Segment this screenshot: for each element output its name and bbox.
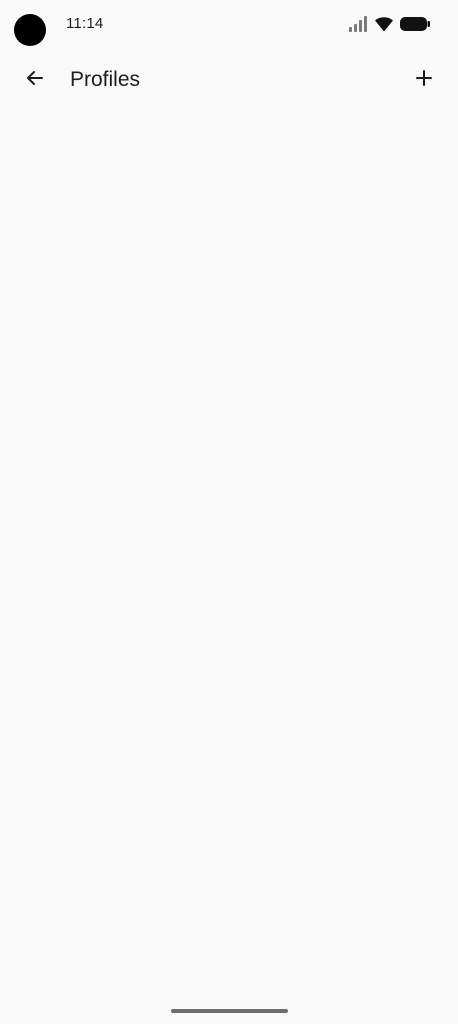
arrow-left-icon — [27, 71, 43, 85]
status-icons — [348, 14, 430, 34]
app-bar: Profiles — [0, 56, 458, 104]
plus-icon — [416, 70, 432, 86]
status-time: 11:14 — [66, 15, 104, 32]
wifi-icon — [375, 17, 393, 32]
back-button[interactable] — [17, 60, 53, 96]
battery-icon — [400, 17, 430, 31]
page-title: Profiles — [70, 68, 141, 91]
gesture-navigation-bar[interactable] — [171, 1009, 288, 1013]
add-profile-button[interactable] — [406, 60, 442, 96]
signal-icon — [349, 16, 367, 32]
status-bar: 11:14 — [0, 0, 458, 48]
camera-cutout — [14, 14, 46, 46]
profiles-list — [0, 110, 458, 990]
